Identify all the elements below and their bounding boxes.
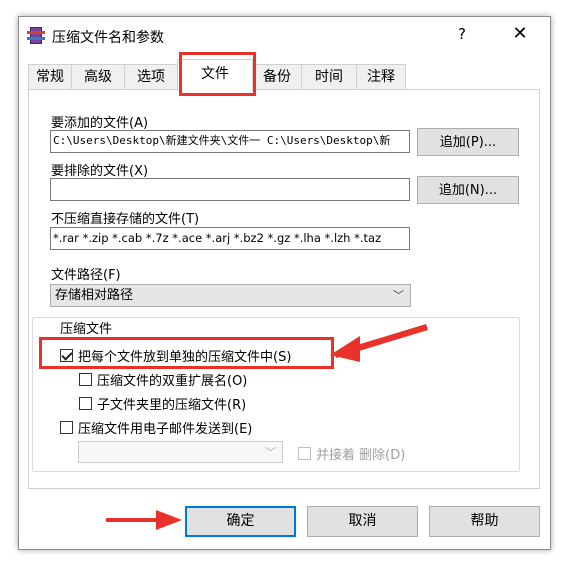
tab-time[interactable]: 时间 — [301, 64, 357, 90]
help-button[interactable]: 帮助 — [429, 506, 540, 537]
checkbox-icon — [298, 447, 311, 460]
chevron-down-icon: ﹀ — [393, 289, 404, 302]
email-archives-checkbox[interactable]: 压缩文件用电子邮件发送到(E) — [60, 418, 252, 437]
chevron-down-icon: ﹀ — [265, 446, 276, 459]
tab-options[interactable]: 选项 — [124, 64, 178, 90]
files-to-add-input[interactable]: C:\Users\Desktop\新建文件夹\文件一 C:\Users\Desk… — [50, 130, 410, 153]
no-compress-input[interactable]: *.rar *.zip *.cab *.7z *.ace *.arj *.bz2… — [50, 227, 410, 250]
tab-files[interactable]: 文件 — [177, 59, 253, 91]
winrar-app-icon — [27, 27, 45, 44]
tab-comment[interactable]: 注释 — [356, 64, 406, 90]
archives-group-title: 压缩文件 — [58, 318, 115, 337]
checkbox-icon — [79, 373, 92, 386]
help-icon[interactable]: ? — [451, 25, 473, 43]
put-each-label: 把每个文件放到单独的压缩文件中(S) — [78, 350, 292, 365]
email-archives-label: 压缩文件用电子邮件发送到(E) — [78, 422, 253, 437]
title-bar: 压缩文件名和参数 ? ✕ — [19, 17, 550, 55]
add-exclude-button[interactable]: 追加(N)... — [417, 176, 519, 204]
window-title: 压缩文件名和参数 — [52, 30, 164, 46]
cancel-button[interactable]: 取消 — [307, 506, 418, 537]
add-files-button[interactable]: 追加(P)... — [417, 128, 519, 156]
double-extension-label: 压缩文件的双重扩展名(O) — [97, 374, 248, 389]
no-compress-label: 不压缩直接存储的文件(T) — [51, 212, 200, 227]
put-each-checkbox[interactable]: 把每个文件放到单独的压缩文件中(S) — [60, 346, 291, 365]
file-path-value: 存储相对路径 — [55, 288, 134, 303]
tab-advanced[interactable]: 高级 — [71, 64, 125, 90]
ok-button[interactable]: 确定 — [185, 506, 296, 537]
checkbox-checked-icon — [60, 349, 73, 362]
email-recipient-select[interactable]: ﹀ — [78, 441, 283, 463]
delete-after-label: 并接着 删除(D) — [316, 448, 406, 463]
checkbox-icon — [79, 397, 92, 410]
close-icon[interactable]: ✕ — [507, 23, 533, 44]
files-to-exclude-label: 要排除的文件(X) — [51, 164, 149, 179]
double-extension-checkbox[interactable]: 压缩文件的双重扩展名(O) — [79, 370, 247, 389]
tab-backup[interactable]: 备份 — [252, 64, 302, 90]
file-path-select[interactable]: 存储相对路径 ﹀ — [50, 284, 411, 307]
files-to-add-label: 要添加的文件(A) — [51, 116, 149, 131]
checkbox-icon — [60, 421, 73, 434]
subfolder-archives-label: 子文件夹里的压缩文件(R) — [97, 398, 247, 413]
tab-general[interactable]: 常规 — [28, 64, 72, 90]
file-path-label: 文件路径(F) — [51, 268, 121, 283]
delete-after-checkbox[interactable]: 并接着 删除(D) — [298, 444, 405, 463]
subfolder-archives-checkbox[interactable]: 子文件夹里的压缩文件(R) — [79, 394, 246, 413]
files-to-exclude-input[interactable] — [50, 178, 410, 201]
